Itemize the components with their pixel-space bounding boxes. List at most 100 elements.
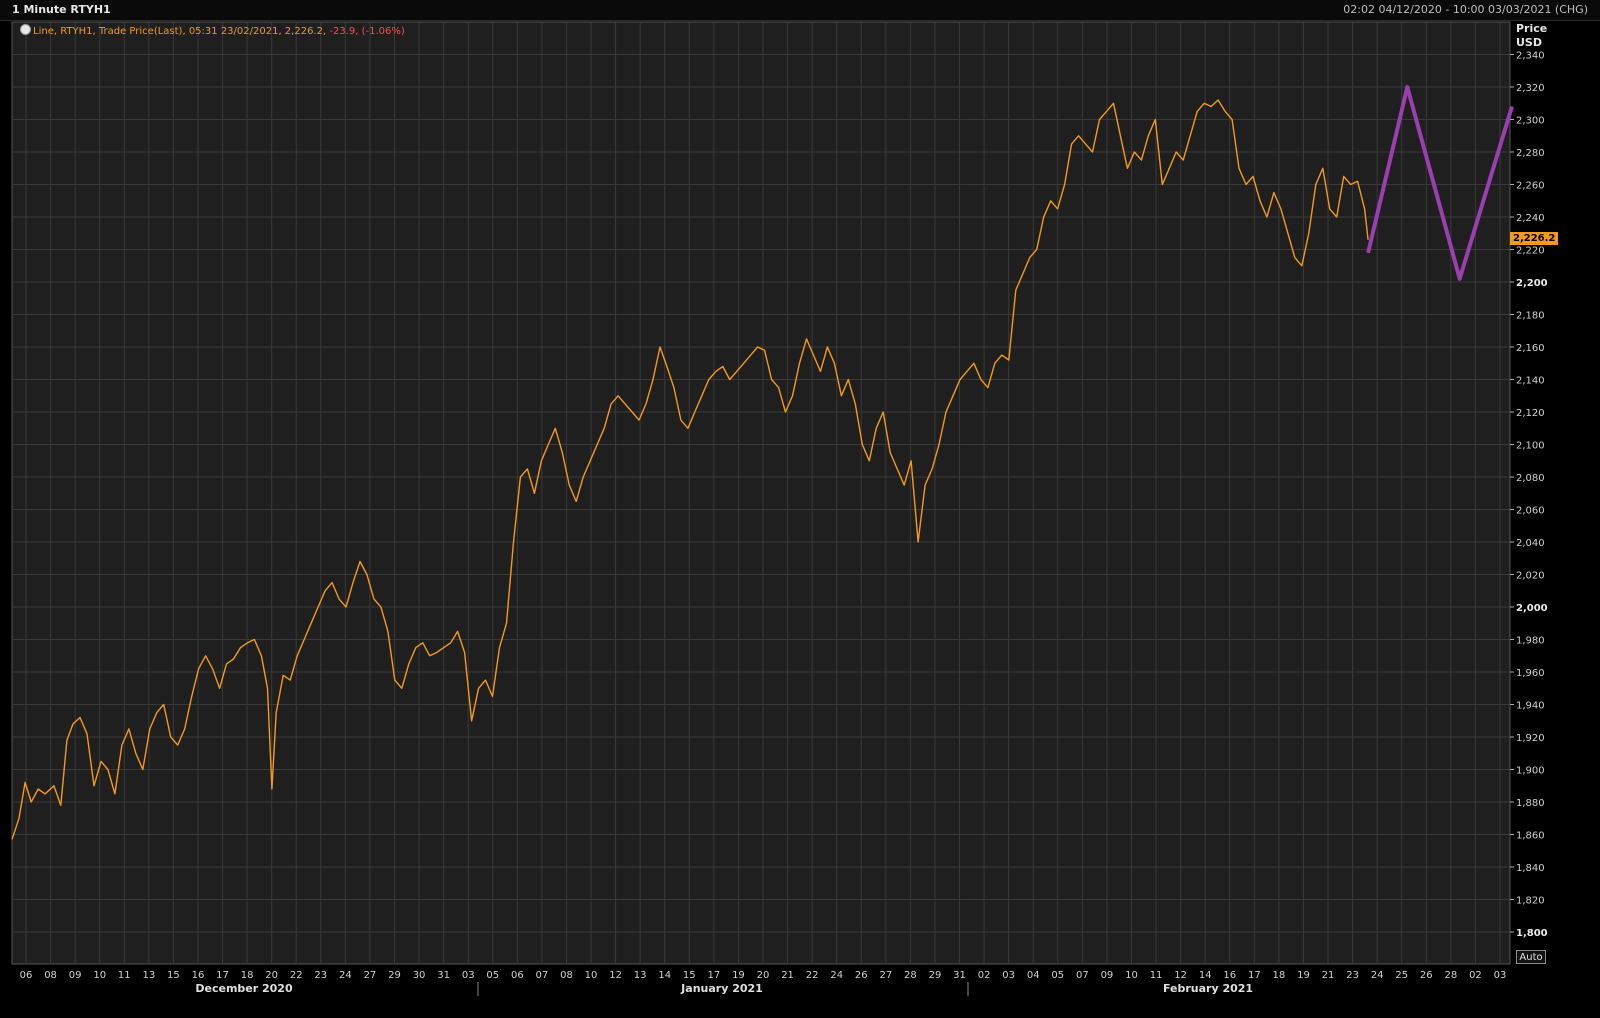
y-tick-label: 1,880 <box>1516 798 1545 809</box>
y-tick-label: 2,060 <box>1516 506 1545 517</box>
x-tick-label: 11 <box>1150 970 1163 981</box>
x-tick-label: 12 <box>609 970 622 981</box>
x-tick-label: 17 <box>216 970 229 981</box>
x-tick-label: 07 <box>1076 970 1089 981</box>
x-tick-label: 05 <box>1051 970 1064 981</box>
y-tick-label: 1,980 <box>1516 636 1545 647</box>
y-tick-label: 2,000 <box>1516 603 1548 614</box>
x-tick-label: 29 <box>929 970 942 981</box>
x-tick-label: 16 <box>192 970 205 981</box>
series-legend[interactable]: Line, RTYH1, Trade Price(Last), 05:31 23… <box>20 24 405 38</box>
legend-change: -23.9, <box>329 26 359 37</box>
legend-percent-change: (-1.06%) <box>361 26 405 37</box>
y-tick-label: 1,860 <box>1516 831 1545 842</box>
y-tick-label: 1,960 <box>1516 668 1545 679</box>
x-tick-label: 28 <box>1444 970 1457 981</box>
y-tick-label: 1,940 <box>1516 701 1545 712</box>
x-tick-label: 26 <box>855 970 868 981</box>
price-label: Price <box>1516 22 1548 35</box>
x-tick-label: 16 <box>1223 970 1236 981</box>
x-tick-label: 24 <box>830 970 843 981</box>
grid-vertical <box>25 22 1501 964</box>
x-tick-label: 22 <box>290 970 303 981</box>
x-tick-label: 10 <box>585 970 598 981</box>
x-tick-label: 14 <box>658 970 671 981</box>
x-tick-label: 17 <box>1248 970 1261 981</box>
y-tick-label: 1,820 <box>1516 896 1545 907</box>
x-tick-label: 28 <box>904 970 917 981</box>
x-tick-label: 19 <box>732 970 745 981</box>
legend-marker-icon[interactable] <box>20 24 31 35</box>
x-tick-label: 31 <box>953 970 966 981</box>
y-tick-label: 2,220 <box>1516 246 1545 257</box>
x-tick-label: 24 <box>339 970 352 981</box>
y-tick-label: 2,280 <box>1516 148 1545 159</box>
x-tick-label: 21 <box>1322 970 1335 981</box>
y-tick-label: 2,200 <box>1516 278 1548 289</box>
currency-label: USD <box>1516 36 1542 49</box>
month-label: February 2021 <box>1163 982 1253 995</box>
x-tick-label: 07 <box>536 970 549 981</box>
month-label: January 2021 <box>680 982 763 995</box>
x-tick-label: 26 <box>1420 970 1433 981</box>
x-tick-label: 08 <box>44 970 57 981</box>
y-tick-label: 2,260 <box>1516 181 1545 192</box>
x-tick-label: 11 <box>118 970 131 981</box>
x-tick-label: 15 <box>167 970 180 981</box>
y-tick-label: 2,160 <box>1516 343 1545 354</box>
plot-area[interactable] <box>11 21 1511 965</box>
x-tick-label: 13 <box>634 970 647 981</box>
y-tick-label: 2,120 <box>1516 408 1545 419</box>
x-tick-label: 31 <box>437 970 450 981</box>
x-tick-label: 03 <box>462 970 475 981</box>
x-tick-label: 06 <box>20 970 33 981</box>
x-tick-label: 04 <box>1027 970 1040 981</box>
x-tick-label: 14 <box>1199 970 1212 981</box>
x-tick-label: 08 <box>560 970 573 981</box>
y-tick-label: 2,300 <box>1516 116 1545 127</box>
x-tick-label: 19 <box>1297 970 1310 981</box>
x-tick-label: 27 <box>879 970 892 981</box>
y-tick-label: 2,180 <box>1516 311 1545 322</box>
x-tick-label: 18 <box>1273 970 1286 981</box>
x-tick-label: 24 <box>1371 970 1384 981</box>
x-tick-label: 23 <box>314 970 327 981</box>
x-tick-label: 13 <box>142 970 155 981</box>
y-tick-label: 1,840 <box>1516 863 1545 874</box>
price-axis-unit: Price USD <box>1516 22 1547 50</box>
x-tick-label: 02 <box>978 970 991 981</box>
y-tick-label: 2,100 <box>1516 441 1545 452</box>
x-tick-label: 21 <box>781 970 794 981</box>
x-tick-label: 09 <box>1101 970 1114 981</box>
y-tick-label: 2,340 <box>1516 51 1545 62</box>
x-tick-label: 25 <box>1395 970 1408 981</box>
month-labels: December 2020 January 2021 February 2021 <box>195 982 1253 996</box>
y-tick-label: 2,320 <box>1516 83 1545 94</box>
x-tick-label: 17 <box>707 970 720 981</box>
x-tick-label: 12 <box>1174 970 1187 981</box>
x-tick-label: 05 <box>486 970 499 981</box>
y-axis: 1,800 1,820 1,840 1,860 1,880 1,900 1,920 1,940… <box>1510 51 1548 939</box>
x-tick-label: 09 <box>69 970 82 981</box>
x-tick-label: 23 <box>1346 970 1359 981</box>
x-tick-label: 03 <box>1002 970 1015 981</box>
x-tick-label: 30 <box>413 970 426 981</box>
x-axis: 06 08 09 10 11 13 15 16 17 18 20 22 23 24 27 29 30 31 03 05… <box>20 970 1507 981</box>
x-tick-label: 02 <box>1469 970 1482 981</box>
chart-canvas[interactable]: 1,800 1,820 1,840 1,860 1,880 1,900 1,920 1,940… <box>0 0 1600 1018</box>
y-tick-label: 2,240 <box>1516 213 1545 224</box>
x-tick-label: 15 <box>683 970 696 981</box>
y-tick-label: 1,920 <box>1516 733 1545 744</box>
y-tick-label: 1,800 <box>1516 928 1548 939</box>
month-label: December 2020 <box>195 982 293 995</box>
x-tick-label: 10 <box>93 970 106 981</box>
last-price-tag: 2,226.2 <box>1510 232 1558 245</box>
auto-scale-button[interactable]: Auto <box>1516 950 1546 964</box>
x-tick-label: 29 <box>388 970 401 981</box>
x-tick-label: 27 <box>364 970 377 981</box>
y-tick-label: 2,040 <box>1516 538 1545 549</box>
x-tick-label: 06 <box>511 970 524 981</box>
y-tick-label: 2,080 <box>1516 473 1545 484</box>
y-tick-label: 2,020 <box>1516 571 1545 582</box>
x-tick-label: 22 <box>806 970 819 981</box>
